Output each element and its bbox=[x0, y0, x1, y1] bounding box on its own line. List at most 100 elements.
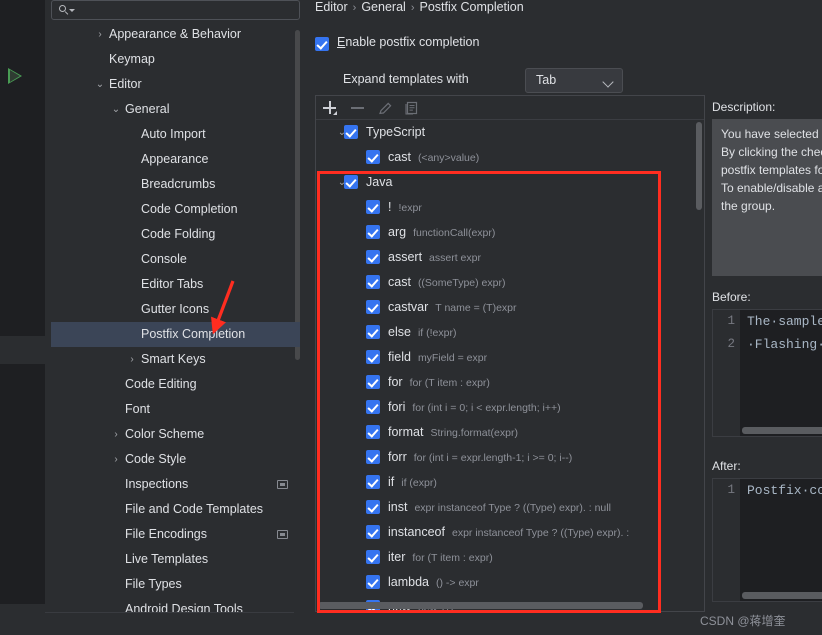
template-checkbox[interactable] bbox=[366, 300, 380, 314]
remove-icon[interactable] bbox=[351, 101, 365, 115]
sidebar-item-editor[interactable]: ⌄ Editor bbox=[51, 72, 300, 97]
template-checkbox[interactable] bbox=[366, 450, 380, 464]
sidebar-item-keymap[interactable]: Keymap bbox=[51, 47, 300, 72]
chevron-right-icon[interactable]: › bbox=[127, 347, 137, 372]
sidebar-item-file-types[interactable]: File Types bbox=[51, 572, 300, 597]
sidebar-item-code-folding[interactable]: Code Folding bbox=[51, 222, 300, 247]
template-checkbox[interactable] bbox=[366, 250, 380, 264]
template-checkbox[interactable] bbox=[366, 350, 380, 364]
template-row[interactable]: field myField = expr bbox=[316, 345, 704, 370]
template-checkbox[interactable] bbox=[366, 325, 380, 339]
template-checkbox[interactable] bbox=[366, 525, 380, 539]
template-checkbox[interactable] bbox=[366, 200, 380, 214]
template-row[interactable]: else if (!expr) bbox=[316, 320, 704, 345]
sidebar-item-file-encodings[interactable]: File Encodings bbox=[51, 522, 300, 547]
sidebar-item-general[interactable]: ⌄ General bbox=[51, 97, 300, 122]
settings-search-box[interactable] bbox=[51, 0, 300, 20]
template-description: if (expr) bbox=[401, 477, 437, 489]
duplicate-icon[interactable] bbox=[404, 101, 418, 116]
template-checkbox[interactable] bbox=[366, 425, 380, 439]
template-row[interactable]: cast ((SomeType) expr) bbox=[316, 270, 704, 295]
sidebar-item-appearance-behavior[interactable]: › Appearance & Behavior bbox=[51, 22, 300, 47]
sidebar-item-editor-tabs[interactable]: Editor Tabs bbox=[51, 272, 300, 297]
breadcrumb-part: Postfix Completion bbox=[419, 0, 524, 14]
sidebar-item-label: Live Templates bbox=[125, 552, 209, 566]
template-checkbox[interactable] bbox=[366, 475, 380, 489]
expand-templates-label: Expand templates with bbox=[343, 72, 469, 86]
sidebar-item-smart-keys[interactable]: › Smart Keys bbox=[51, 347, 300, 372]
template-row[interactable]: arg functionCall(expr) bbox=[316, 220, 704, 245]
template-row[interactable]: assert assert expr bbox=[316, 245, 704, 270]
sidebar-item-breadcrumbs[interactable]: Breadcrumbs bbox=[51, 172, 300, 197]
templates-horizontal-scrollbar[interactable] bbox=[318, 602, 643, 609]
sidebar-item-color-scheme[interactable]: › Color Scheme bbox=[51, 422, 300, 447]
code-line: ·Flashing·rec bbox=[747, 337, 822, 352]
search-input[interactable] bbox=[78, 3, 292, 20]
template-description: assert expr bbox=[429, 252, 481, 264]
sidebar-item-label: File and Code Templates bbox=[125, 502, 264, 516]
run-play-icon-inner bbox=[10, 70, 20, 82]
search-icon bbox=[59, 5, 75, 17]
sidebar-item-console[interactable]: Console bbox=[51, 247, 300, 272]
template-row[interactable]: iter for (T item : expr) bbox=[316, 545, 704, 570]
enable-postfix-label-rest: nable postfix completion bbox=[345, 35, 480, 49]
templates-tree[interactable]: ⌄ TypeScript cast (<any>value) ⌄ Java! !expr ar… bbox=[316, 120, 704, 611]
templates-vertical-scrollbar[interactable] bbox=[696, 122, 702, 210]
sidebar-item-font[interactable]: Font bbox=[51, 397, 300, 422]
template-checkbox[interactable] bbox=[366, 400, 380, 414]
template-description: myField = expr bbox=[417, 352, 488, 364]
chevron-down-icon[interactable]: ⌄ bbox=[111, 97, 121, 122]
template-row[interactable]: instanceof expr instanceof Type ? ((Type)… bbox=[316, 520, 704, 545]
expand-key-dropdown[interactable]: Tab bbox=[525, 68, 623, 93]
template-checkbox[interactable] bbox=[366, 500, 380, 514]
template-group-row[interactable]: ⌄ TypeScript bbox=[316, 120, 704, 145]
add-icon[interactable] bbox=[323, 101, 338, 116]
template-checkbox[interactable] bbox=[366, 275, 380, 289]
sidebar-item-inspections[interactable]: Inspections bbox=[51, 472, 300, 497]
sidebar-item-auto-import[interactable]: Auto Import bbox=[51, 122, 300, 147]
sidebar-item-label: File Types bbox=[125, 577, 182, 591]
after-code-box: 1 Postfix·compl bbox=[712, 478, 822, 602]
chevron-right-icon[interactable]: › bbox=[95, 22, 105, 47]
sidebar-item-postfix-completion[interactable]: Postfix Completion bbox=[51, 322, 300, 347]
chevron-right-icon[interactable]: › bbox=[111, 447, 121, 472]
sidebar-item-appearance[interactable]: Appearance bbox=[51, 147, 300, 172]
template-checkbox[interactable] bbox=[366, 150, 380, 164]
template-row[interactable]: format String.format(expr) bbox=[316, 420, 704, 445]
sidebar-item-code-completion[interactable]: Code Completion bbox=[51, 197, 300, 222]
sidebar-item-code-style[interactable]: › Code Style bbox=[51, 447, 300, 472]
line-number: 1 bbox=[727, 314, 735, 328]
template-name-text: lambda bbox=[388, 575, 429, 589]
template-row[interactable]: for for (T item : expr) bbox=[316, 370, 704, 395]
sidebar-item-gutter-icons[interactable]: Gutter Icons bbox=[51, 297, 300, 322]
template-row[interactable]: ! !expr bbox=[316, 195, 704, 220]
template-checkbox[interactable] bbox=[344, 125, 358, 139]
template-name-text: assert bbox=[388, 250, 423, 264]
template-row[interactable]: cast (<any>value) bbox=[316, 145, 704, 170]
chevron-right-icon[interactable]: › bbox=[111, 422, 121, 447]
template-checkbox[interactable] bbox=[344, 175, 358, 189]
enable-postfix-checkbox[interactable] bbox=[315, 37, 329, 51]
template-row[interactable]: inst expr instanceof Type ? ((Type) expr)… bbox=[316, 495, 704, 520]
sidebar-item-label: File Encodings bbox=[125, 527, 207, 541]
sidebar-item-code-editing[interactable]: Code Editing bbox=[51, 372, 300, 397]
sidebar-item-live-templates[interactable]: Live Templates bbox=[51, 547, 300, 572]
chevron-down-icon[interactable]: ⌄ bbox=[95, 72, 105, 97]
template-checkbox[interactable] bbox=[366, 550, 380, 564]
template-checkbox[interactable] bbox=[366, 225, 380, 239]
template-row[interactable]: if if (expr) bbox=[316, 470, 704, 495]
template-checkbox[interactable] bbox=[366, 575, 380, 589]
sidebar-item-file-and-code-templates[interactable]: File and Code Templates bbox=[51, 497, 300, 522]
template-row[interactable]: fori for (int i = 0; i < expr.length; i++… bbox=[316, 395, 704, 420]
after-horizontal-scrollbar[interactable] bbox=[742, 592, 822, 599]
template-name: Java bbox=[366, 170, 392, 195]
before-horizontal-scrollbar[interactable] bbox=[742, 427, 822, 434]
template-row[interactable]: castvar T name = (T)expr bbox=[316, 295, 704, 320]
template-row[interactable]: forr for (int i = expr.length-1; i >= 0; … bbox=[316, 445, 704, 470]
template-checkbox[interactable] bbox=[366, 375, 380, 389]
settings-nav-tree[interactable]: › Appearance & Behavior Keymap ⌄ Editor ⌄ Gene… bbox=[51, 22, 300, 612]
template-group-row[interactable]: ⌄ Java bbox=[316, 170, 704, 195]
edit-pencil-icon[interactable] bbox=[378, 101, 393, 116]
template-row[interactable]: lambda () -> expr bbox=[316, 570, 704, 595]
sidebar-item-android-design-tools[interactable]: Android Design Tools bbox=[51, 597, 300, 612]
